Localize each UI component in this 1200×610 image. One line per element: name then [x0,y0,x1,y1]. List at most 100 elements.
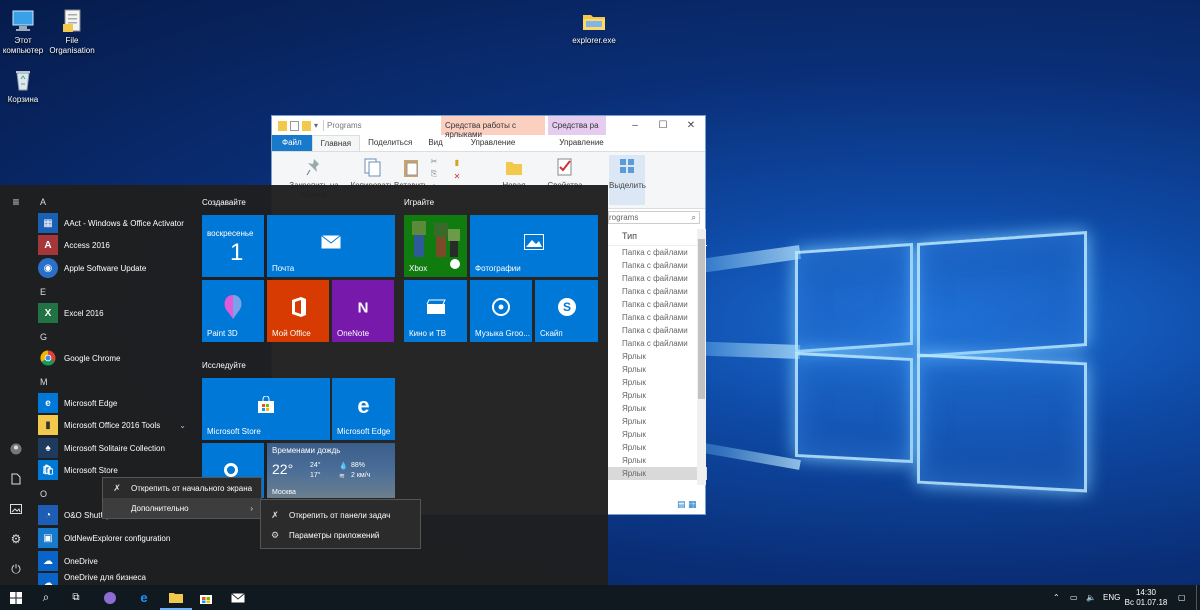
network-icon[interactable]: ▭ [1070,585,1078,610]
letter-header-o[interactable]: O [40,489,47,499]
tile-group-create[interactable]: Создавайте [202,198,246,207]
organize-small-buttons[interactable]: ▮ ✕ [448,156,466,184]
power-icon[interactable]: ⏻ [8,561,24,577]
notifications-icon[interactable]: ▢ [1178,585,1186,610]
tile-microsoft-edge[interactable]: e Microsoft Edge [332,378,395,440]
task-view-button[interactable]: ⧉ [60,585,92,610]
settings-icon[interactable]: ⚙ [8,531,24,547]
user-avatar-icon[interactable] [8,441,24,457]
app-item-excel[interactable]: X Excel 2016 [38,303,188,323]
app-item-oldnewexplorer[interactable]: ▣ OldNewExplorer configuration [38,528,188,548]
minimize-button[interactable]: – [620,116,650,135]
folder-icon[interactable] [278,120,287,131]
pictures-icon[interactable] [8,501,24,517]
volume-icon[interactable]: 🔈 [1086,585,1096,610]
show-desktop-button[interactable] [1196,585,1200,610]
list-item[interactable]: Ярлык [608,467,707,480]
app-item-solitaire[interactable]: ♠ Microsoft Solitaire Collection [38,438,188,458]
scrollbar-thumb[interactable] [698,239,705,399]
app-item-access[interactable]: A Access 2016 [38,235,188,255]
list-item[interactable]: Папка с файлами [608,324,707,337]
tile-group-play[interactable]: Играйте [404,198,434,207]
letter-header-e[interactable]: E [40,287,46,297]
list-item[interactable]: Ярлык [608,350,707,363]
app-item-google-chrome[interactable]: Google Chrome [38,348,188,368]
app-item-onedrive[interactable]: ☁ OneDrive [38,551,188,571]
list-item[interactable]: Ярлык [608,363,707,376]
select-button[interactable]: Выделить [609,155,646,205]
app-item-onedrive-business[interactable]: ☁ OneDrive для бизнеса [38,573,188,585]
desktop-icon-recycle-bin[interactable]: Корзина [0,67,58,105]
list-item[interactable]: Ярлык [608,441,707,454]
tile-mail[interactable]: Почта [267,215,395,277]
chevron-down-icon[interactable]: ▾ [314,121,320,131]
context-tab-tools[interactable]: Средства ра [548,116,606,135]
tile-weather[interactable]: Временами дождь 22° 24° 17° 💧 88% ≋ 2 км… [267,443,395,498]
menu-item-app-settings[interactable]: ⚙ Параметры приложений [261,525,420,545]
desktop-icon-file-organisation[interactable]: File Organisation [37,8,107,56]
tile-group-explore[interactable]: Исследуйте [202,361,246,370]
column-header-type[interactable]: Тип [608,226,707,246]
letter-header-a[interactable]: A [40,197,46,207]
list-item[interactable]: Папка с файлами [608,337,707,350]
list-item[interactable]: Папка с файлами [608,259,707,272]
documents-icon[interactable] [8,471,24,487]
letter-header-g[interactable]: G [40,332,47,342]
cortana-button[interactable] [94,585,126,610]
maximize-button[interactable]: ☐ [648,116,678,135]
tile-paint3d[interactable]: Paint 3D [202,280,264,342]
tab-home[interactable]: Главная [311,135,361,151]
search-button[interactable]: ⌕ [30,585,62,610]
list-item[interactable]: Папка с файлами [608,285,707,298]
list-item[interactable]: Папка с файлами [608,298,707,311]
list-item[interactable]: Ярлык [608,376,707,389]
tile-onenote[interactable]: N OneNote [332,280,394,342]
list-item[interactable]: Папка с файлами [608,272,707,285]
taskbar-explorer-button[interactable] [160,585,192,610]
app-item-office-tools[interactable]: ▮ Microsoft Office 2016 Tools ⌄ [38,415,188,435]
tile-skype[interactable]: S Скайп [535,280,598,342]
language-indicator[interactable]: ENG [1103,585,1120,610]
vertical-scrollbar[interactable] [697,229,706,485]
view-toggle-icons[interactable]: ▤ ▦ [677,499,697,510]
list-item[interactable]: Ярлык [608,389,707,402]
app-item-aact[interactable]: ▦ AAct - Windows & Office Activator [38,213,188,233]
list-item[interactable]: Ярлык [608,428,707,441]
taskbar-store-button[interactable] [190,585,222,610]
tab-share[interactable]: Поделиться [360,135,420,151]
file-list[interactable]: Тип Папка с файлами Папка с файлами Папка … [608,226,707,480]
check-icon[interactable] [290,120,299,131]
tab-file[interactable]: Файл [272,135,312,151]
app-item-apple-software-update[interactable]: ◉ Apple Software Update [38,258,188,278]
list-item[interactable]: Ярлык [608,454,707,467]
tile-microsoft-store[interactable]: Microsoft Store [202,378,330,440]
menu-item-more[interactable]: Дополнительно › [103,498,261,518]
folder-icon[interactable] [302,120,311,131]
title-bar[interactable]: ▾ Programs Средства работы с ярлыками Ср… [272,116,706,139]
show-hidden-icons[interactable]: ⌃ [1053,585,1060,610]
context-tab-shortcut-tools[interactable]: Средства работы с ярлыками [441,116,545,139]
list-item[interactable]: Папка с файлами [608,311,707,324]
tile-movies-tv[interactable]: Кино и ТВ [404,280,467,342]
start-button[interactable] [0,585,32,610]
close-button[interactable]: ✕ [676,116,706,135]
app-item-microsoft-edge[interactable]: e Microsoft Edge [38,393,188,413]
tile-photos[interactable]: Фотографии [470,215,598,277]
tile-my-office[interactable]: Мой Office [267,280,329,342]
tile-xbox[interactable]: Xbox [404,215,467,277]
clock[interactable]: 14:30 Вс 01.07.18 [1124,585,1168,610]
search-input[interactable]: rograms ⌕ [608,211,700,224]
menu-item-unpin-start[interactable]: ✗ Открепить от начального экрана [103,478,261,498]
tile-groove-music[interactable]: Музыка Groo... [470,280,532,342]
letter-header-m[interactable]: M [40,377,48,387]
desktop-icon-explorer-exe[interactable]: explorer.exe [559,8,629,46]
taskbar-mail-button[interactable] [222,585,254,610]
list-item[interactable]: Ярлык [608,415,707,428]
tile-calendar[interactable]: воскресенье 1 [202,215,264,277]
tab-manage-2[interactable]: Управление [551,135,611,151]
taskbar-edge-button[interactable]: e [128,585,160,610]
hamburger-menu-icon[interactable]: ≡ [8,194,24,210]
list-item[interactable]: Папка с файлами [608,246,707,259]
menu-item-unpin-taskbar[interactable]: ✗ Открепить от панели задач [261,505,420,525]
list-item[interactable]: Ярлык [608,402,707,415]
